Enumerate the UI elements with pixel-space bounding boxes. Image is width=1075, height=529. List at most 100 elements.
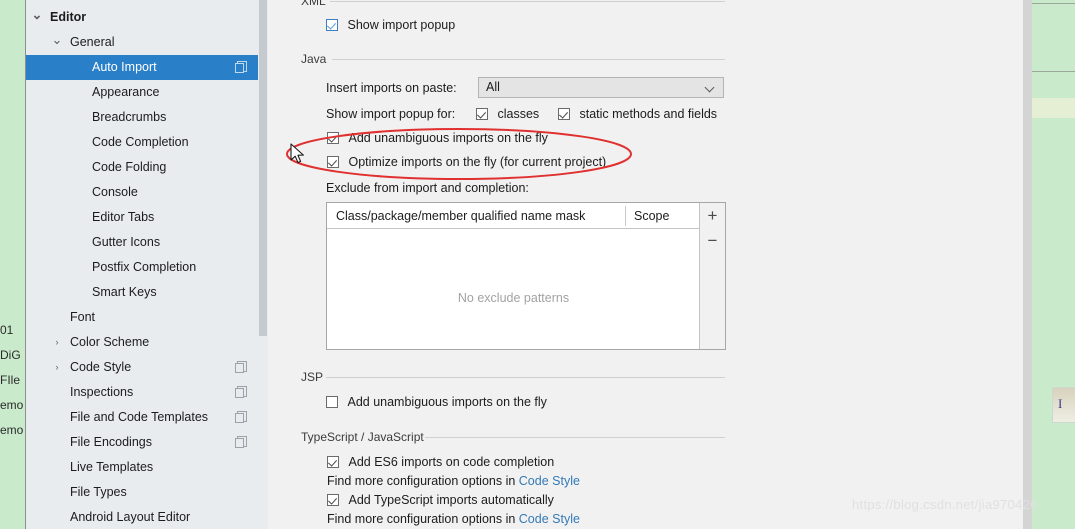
checkbox-row-add-es6-imports[interactable]: Add ES6 imports on code completion: [327, 455, 554, 469]
checkbox-add-typescript-imports[interactable]: [327, 494, 339, 506]
table-column-header-mask[interactable]: Class/package/member qualified name mask: [336, 203, 585, 229]
copy-icon[interactable]: [235, 61, 247, 73]
sidebar-item-color-scheme[interactable]: › Color Scheme: [26, 330, 268, 355]
checkbox-row-add-unambiguous-imports-java[interactable]: Add unambiguous imports on the fly: [327, 131, 548, 145]
sidebar-item-breadcrumbs[interactable]: Breadcrumbs: [26, 105, 268, 130]
group-rule-xml: [330, 1, 725, 2]
copy-icon[interactable]: [235, 411, 247, 423]
hint-text-typescript: Find more configuration options in: [327, 512, 519, 526]
sidebar-item-label: Live Templates: [70, 460, 154, 474]
group-label-xml: XML: [301, 0, 326, 8]
chevron-right-icon[interactable]: ›: [50, 330, 64, 355]
sidebar-item-appearance[interactable]: Appearance: [26, 80, 268, 105]
code-line: emo: [0, 423, 24, 437]
checkbox-row-add-typescript-imports[interactable]: Add TypeScript imports automatically: [327, 493, 554, 507]
sidebar-item-inspections[interactable]: Inspections: [26, 380, 268, 405]
sidebar-item-general[interactable]: ⌄ General: [26, 30, 268, 55]
checkbox-label-add-es6-imports: Add ES6 imports on code completion: [348, 455, 555, 469]
checkbox-label-add-unambiguous-imports-jsp: Add unambiguous imports on the fly: [347, 395, 547, 409]
table-column-divider[interactable]: [625, 206, 626, 226]
hint-row-typescript: Find more configuration options in Code …: [327, 512, 580, 526]
checkbox-label-static-methods-and-fields: static methods and fields: [579, 107, 718, 121]
select-value-insert-imports-on-paste: All: [486, 80, 500, 94]
sidebar-item-android-layout-editor[interactable]: Android Layout Editor: [26, 505, 268, 529]
sidebar-scrollbar-thumb[interactable]: [259, 0, 267, 336]
editor-left-strip: 01 DiG FIle emo emo: [0, 0, 25, 529]
sidebar-item-label: Smart Keys: [92, 285, 157, 299]
link-code-style-es6[interactable]: Code Style: [519, 474, 580, 488]
label-exclude-from-import-and-completion: Exclude from import and completion:: [326, 181, 529, 195]
copy-icon[interactable]: [235, 386, 247, 398]
insert-caret-icon: I: [1058, 396, 1063, 411]
sidebar-item-editor-tabs[interactable]: Editor Tabs: [26, 205, 268, 230]
sidebar-item-label: Gutter Icons: [92, 235, 161, 249]
sidebar-item-code-completion[interactable]: Code Completion: [26, 130, 268, 155]
hint-row-es6: Find more configuration options in Code …: [327, 474, 580, 488]
link-code-style-typescript[interactable]: Code Style: [519, 512, 580, 526]
checkbox-row-optimize-imports-on-the-fly[interactable]: Optimize imports on the fly (for current…: [327, 155, 606, 169]
sidebar-item-file-encodings[interactable]: File Encodings: [26, 430, 268, 455]
chevron-down-icon[interactable]: ⌄: [30, 5, 44, 24]
code-line: DiG: [0, 348, 21, 362]
sidebar-item-label: Code Completion: [92, 135, 189, 149]
copy-icon[interactable]: [235, 436, 247, 448]
checkbox-add-unambiguous-imports-java[interactable]: [327, 132, 339, 144]
sidebar-item-gutter-icons[interactable]: Gutter Icons: [26, 230, 268, 255]
checkbox-row-classes[interactable]: classes: [476, 107, 539, 121]
copy-icon[interactable]: [235, 361, 247, 373]
screenshot-root: 01 DiG FIle emo emo I ⌄ Editor ⌄ General Aut…: [0, 0, 1075, 529]
checkbox-label-add-unambiguous-imports-java: Add unambiguous imports on the fly: [348, 131, 548, 145]
sidebar-item-file-types[interactable]: File Types: [26, 480, 268, 505]
checkbox-label-optimize-imports-on-the-fly: Optimize imports on the fly (for current…: [348, 155, 607, 169]
sidebar-item-label: Editor: [50, 10, 87, 24]
group-label-typescript-javascript: TypeScript / JavaScript: [301, 430, 424, 444]
sidebar-item-file-and-code-templates[interactable]: File and Code Templates: [26, 405, 268, 430]
checkbox-classes[interactable]: [476, 108, 488, 120]
checkbox-row-add-unambiguous-imports-jsp[interactable]: Add unambiguous imports on the fly: [326, 395, 547, 409]
editor-highlight-row: [1032, 98, 1075, 118]
group-rule-jsp: [326, 377, 725, 378]
sidebar-item-console[interactable]: Console: [26, 180, 268, 205]
checkbox-static-methods-and-fields[interactable]: [558, 108, 570, 120]
checkbox-add-es6-imports[interactable]: [327, 456, 339, 468]
checkbox-row-xml-show-import-popup[interactable]: Show import popup: [326, 18, 455, 32]
settings-dialog: ⌄ Editor ⌄ General Auto Import Appearance Brea…: [25, 0, 1023, 529]
floating-tool-icon[interactable]: I: [1052, 387, 1075, 423]
exclude-patterns-table[interactable]: Class/package/member qualified name mask…: [326, 202, 726, 350]
add-pattern-button[interactable]: +: [700, 204, 725, 228]
sidebar-item-label: Auto Import: [92, 60, 157, 74]
remove-pattern-button[interactable]: −: [700, 229, 725, 253]
table-empty-message: No exclude patterns: [457, 291, 570, 305]
checkbox-xml-show-import-popup[interactable]: [326, 19, 338, 31]
chevron-down-icon[interactable]: ⌄: [50, 30, 64, 49]
checkbox-add-unambiguous-imports-jsp[interactable]: [326, 396, 338, 408]
checkbox-optimize-imports-on-the-fly[interactable]: [327, 156, 339, 168]
sidebar-item-code-style[interactable]: › Code Style: [26, 355, 268, 380]
editor-rule: [1032, 71, 1075, 72]
sidebar-item-smart-keys[interactable]: Smart Keys: [26, 280, 268, 305]
chevron-down-icon: [706, 84, 715, 89]
sidebar-item-label: Breadcrumbs: [92, 110, 167, 124]
sidebar-item-editor[interactable]: ⌄ Editor: [26, 5, 268, 30]
sidebar-item-label: Android Layout Editor: [70, 510, 191, 524]
editor-left-code-lines: 01 DiG FIle emo emo: [0, 318, 25, 443]
sidebar-item-live-templates[interactable]: Live Templates: [26, 455, 268, 480]
sidebar-item-code-folding[interactable]: Code Folding: [26, 155, 268, 180]
select-insert-imports-on-paste[interactable]: All: [478, 77, 724, 98]
settings-tree: ⌄ Editor ⌄ General Auto Import Appearance Brea…: [26, 5, 268, 529]
table-column-header-scope[interactable]: Scope: [634, 203, 669, 229]
checkbox-row-static-methods-and-fields[interactable]: static methods and fields: [558, 107, 717, 121]
table-side-toolbar: + −: [699, 203, 725, 349]
sidebar-item-label: General: [70, 35, 115, 49]
sidebar-item-postfix-completion[interactable]: Postfix Completion: [26, 255, 268, 280]
watermark: https://blog.csdn.net/jia970426: [852, 497, 1038, 512]
sidebar-item-font[interactable]: Font: [26, 305, 268, 330]
sidebar-item-label: File Types: [70, 485, 127, 499]
editor-rule: [1032, 3, 1075, 4]
sidebar-item-label: Code Folding: [92, 160, 167, 174]
code-line: emo: [0, 398, 24, 412]
code-line: FIle: [0, 373, 21, 387]
sidebar-item-auto-import[interactable]: Auto Import: [26, 55, 268, 80]
checkbox-label-add-typescript-imports: Add TypeScript imports automatically: [348, 493, 554, 507]
chevron-right-icon[interactable]: ›: [50, 355, 64, 380]
